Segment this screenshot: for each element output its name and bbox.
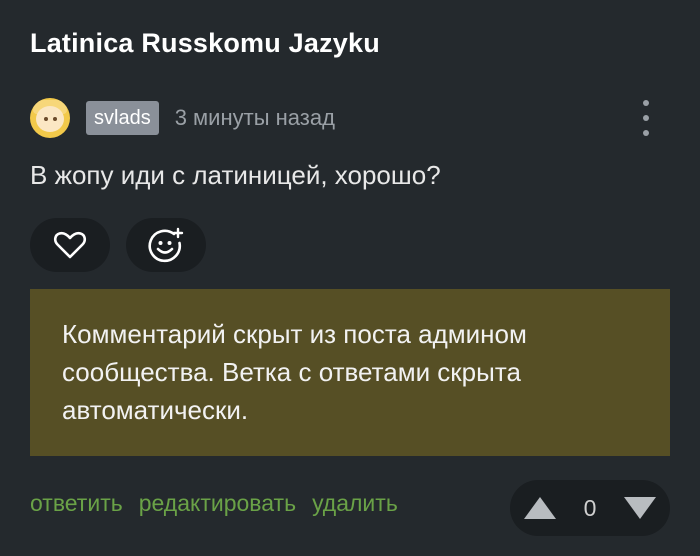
heart-icon: [53, 231, 87, 259]
comment-actions: ответить редактировать удалить: [30, 490, 398, 517]
triangle-up-icon[interactable]: [523, 496, 557, 520]
delete-link[interactable]: удалить: [312, 490, 398, 517]
vote-control: 0: [510, 480, 670, 536]
triangle-down-icon[interactable]: [623, 496, 657, 520]
more-vertical-icon: [643, 100, 649, 106]
avatar[interactable]: [30, 98, 70, 138]
reply-link[interactable]: ответить: [30, 490, 123, 517]
post-title[interactable]: Latinica Russkomu Jazyku: [30, 28, 380, 59]
add-reaction-button[interactable]: [126, 218, 206, 272]
comment-timestamp[interactable]: 3 минуты назад: [175, 105, 335, 131]
username-badge[interactable]: svlads: [86, 101, 159, 135]
more-vertical-icon: [643, 130, 649, 136]
like-button[interactable]: [30, 218, 110, 272]
hidden-comment-notice: Комментарий скрыт из поста админом сообщ…: [30, 289, 670, 456]
more-vertical-icon: [643, 115, 649, 121]
comment-text: В жопу иди с латиницей, хорошо?: [30, 160, 441, 190]
add-reaction-icon: [148, 227, 184, 263]
comment-header: svlads 3 минуты назад: [30, 96, 335, 140]
edit-link[interactable]: редактировать: [139, 490, 296, 517]
vote-count: 0: [583, 494, 597, 521]
more-options-button[interactable]: [634, 100, 658, 136]
avatar-eye: [44, 117, 48, 121]
avatar-face: [36, 106, 64, 132]
avatar-eye: [53, 117, 57, 121]
